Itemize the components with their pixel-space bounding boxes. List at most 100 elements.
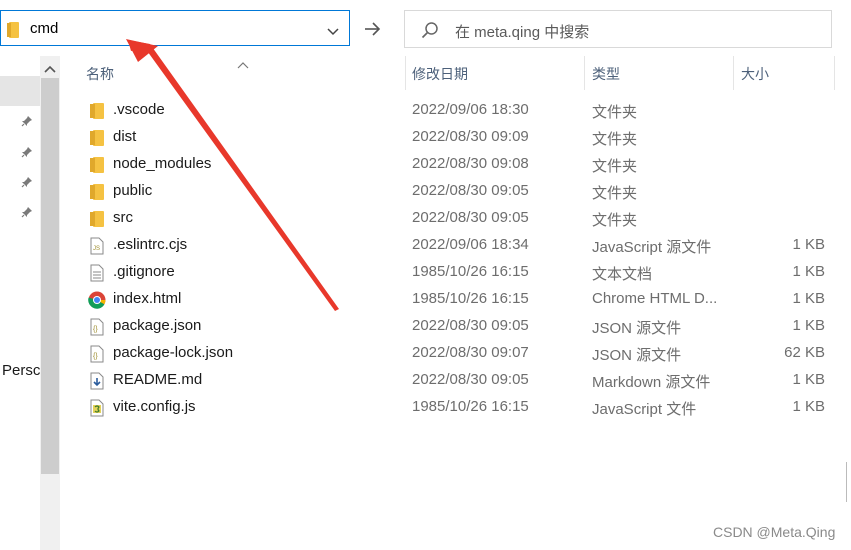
folder-icon (88, 156, 106, 174)
file-size: 62 KB (784, 344, 825, 361)
file-type: 文本文档 (592, 266, 653, 283)
file-size: 1 KB (792, 371, 825, 388)
file-size: 1 KB (792, 398, 825, 415)
nav-selected-item[interactable] (0, 76, 40, 106)
file-date: 2022/09/06 18:34 (412, 236, 529, 253)
file-type: 文件夹 (592, 212, 638, 229)
file-name[interactable]: index.html (113, 290, 181, 307)
file-type: Markdown 源文件 (592, 374, 711, 391)
file-size: 1 KB (792, 317, 825, 334)
go-button[interactable] (356, 14, 388, 44)
folder-icon (88, 129, 106, 147)
search-icon (421, 21, 439, 44)
scrollbar-thumb[interactable] (41, 78, 59, 474)
file-size: 1 KB (792, 263, 825, 280)
file-list: .vscode 2022/09/06 18:30 文件夹 dist 2022/08/30… (60, 97, 840, 421)
list-scrollbar[interactable] (838, 56, 851, 550)
file-date: 2022/08/30 09:05 (412, 371, 529, 388)
markdown-file-icon (88, 372, 106, 390)
nav-scrollbar[interactable] (40, 56, 60, 550)
file-row[interactable]: .vscode 2022/09/06 18:30 文件夹 (60, 97, 840, 124)
file-name[interactable]: README.md (113, 371, 202, 388)
file-type: JSON 源文件 (592, 347, 682, 364)
file-name[interactable]: .gitignore (113, 263, 175, 280)
file-date: 2022/08/30 09:05 (412, 209, 529, 226)
json-file-icon: {} (88, 345, 106, 363)
column-header-type[interactable]: 类型 (592, 64, 620, 84)
file-type: JavaScript 文件 (592, 401, 697, 418)
file-size: 1 KB (792, 236, 825, 253)
svg-text:JS: JS (93, 246, 100, 252)
file-row[interactable]: vite.config.js 1985/10/26 16:15 JavaScript… (60, 394, 840, 421)
file-name[interactable]: src (113, 209, 133, 226)
pin-icon[interactable] (21, 114, 33, 132)
nav-item-label[interactable]: Persc (2, 362, 40, 379)
file-name[interactable]: .vscode (113, 101, 165, 118)
file-date: 1985/10/26 16:15 (412, 263, 529, 280)
file-date: 2022/08/30 09:05 (412, 317, 529, 334)
column-header-row: 名称 修改日期 类型 大小 (60, 56, 835, 90)
json-file-icon: {} (88, 318, 106, 336)
column-header-name[interactable]: 名称 (86, 64, 114, 84)
address-path[interactable]: cmd (30, 20, 58, 37)
search-input[interactable]: 在 meta.qing 中搜索 (455, 21, 589, 42)
column-divider[interactable] (405, 56, 406, 90)
js-script-icon (88, 399, 106, 417)
file-date: 2022/08/30 09:05 (412, 182, 529, 199)
file-type: 文件夹 (592, 131, 638, 148)
file-name[interactable]: .eslintrc.cjs (113, 236, 187, 253)
scrollbar-track (846, 462, 847, 502)
pin-icon[interactable] (21, 145, 33, 163)
svg-text:{}: {} (93, 353, 98, 360)
file-row[interactable]: src 2022/08/30 09:05 文件夹 (60, 205, 840, 232)
file-name[interactable]: dist (113, 128, 136, 145)
js-file-icon: JS (88, 237, 106, 255)
file-type: 文件夹 (592, 104, 638, 121)
file-name[interactable]: package-lock.json (113, 344, 233, 361)
file-row[interactable]: index.html 1985/10/26 16:15 Chrome HTML D.… (60, 286, 840, 313)
file-name[interactable]: vite.config.js (113, 398, 196, 415)
file-type: JSON 源文件 (592, 320, 682, 337)
toolbar: cmd 在 meta.qing 中搜索 (0, 0, 851, 56)
sort-ascending-icon (237, 56, 249, 74)
file-date: 2022/09/06 18:30 (412, 101, 529, 118)
column-divider[interactable] (834, 56, 835, 90)
svg-text:{}: {} (93, 326, 98, 333)
column-header-date[interactable]: 修改日期 (412, 64, 468, 84)
file-date: 2022/08/30 09:08 (412, 155, 529, 172)
pin-icon[interactable] (21, 205, 33, 223)
file-type: 文件夹 (592, 158, 638, 175)
text-file-icon (88, 264, 106, 282)
file-name[interactable]: node_modules (113, 155, 211, 172)
chevron-down-icon[interactable] (327, 23, 339, 41)
file-date: 2022/08/30 09:07 (412, 344, 529, 361)
file-date: 1985/10/26 16:15 (412, 398, 529, 415)
navigation-pane: Persc (0, 56, 40, 550)
column-divider[interactable] (733, 56, 734, 90)
file-size: 1 KB (792, 290, 825, 307)
scroll-up-icon[interactable] (44, 60, 56, 78)
file-type: Chrome HTML D... (592, 290, 718, 307)
pin-icon[interactable] (21, 175, 33, 193)
file-type: JavaScript 源文件 (592, 239, 712, 256)
file-row[interactable]: JS .eslintrc.cjs 2022/09/06 18:34 JavaScrip… (60, 232, 840, 259)
file-name[interactable]: public (113, 182, 152, 199)
arrow-right-icon (365, 22, 381, 36)
file-row[interactable]: dist 2022/08/30 09:09 文件夹 (60, 124, 840, 151)
folder-icon (88, 183, 106, 201)
chrome-icon (88, 291, 106, 309)
file-row[interactable]: {} package.json 2022/08/30 09:05 JSON 源文件 1 … (60, 313, 840, 340)
folder-icon (88, 102, 106, 120)
file-row[interactable]: public 2022/08/30 09:05 文件夹 (60, 178, 840, 205)
column-header-size[interactable]: 大小 (741, 64, 769, 84)
file-row[interactable]: README.md 2022/08/30 09:05 Markdown 源文件 1 K… (60, 367, 840, 394)
address-bar[interactable]: cmd (0, 10, 350, 46)
file-row[interactable]: node_modules 2022/08/30 09:08 文件夹 (60, 151, 840, 178)
folder-icon (7, 22, 21, 43)
file-row[interactable]: {} package-lock.json 2022/08/30 09:07 JSON … (60, 340, 840, 367)
file-name[interactable]: package.json (113, 317, 201, 334)
search-box[interactable]: 在 meta.qing 中搜索 (404, 10, 832, 48)
column-divider[interactable] (584, 56, 585, 90)
folder-icon (88, 210, 106, 228)
file-row[interactable]: .gitignore 1985/10/26 16:15 文本文档 1 KB (60, 259, 840, 286)
